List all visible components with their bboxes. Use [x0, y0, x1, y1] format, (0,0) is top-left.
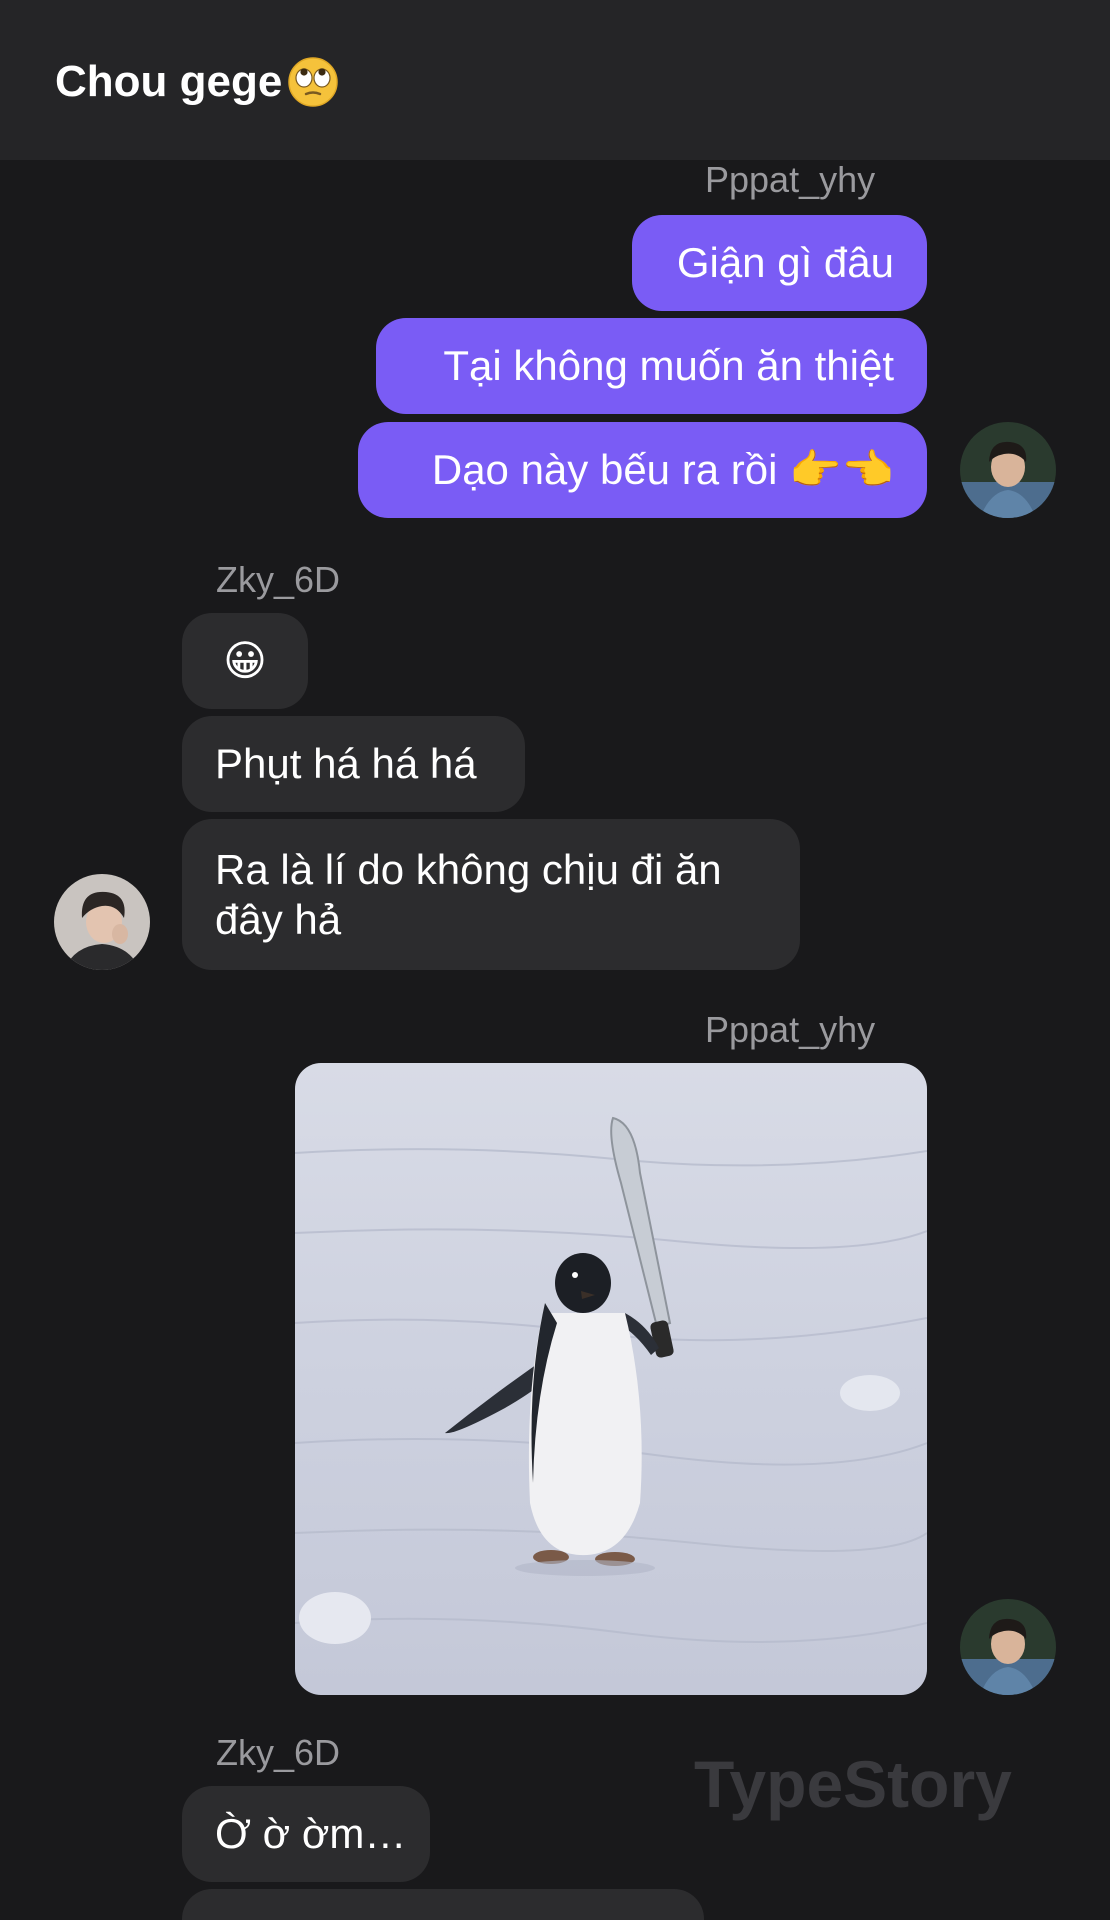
sender-name-pppat: Pppat_yhy [705, 1009, 876, 1050]
typestory-watermark: TypeStory [694, 1747, 1012, 1821]
avatar-pppat[interactable] [960, 422, 1056, 518]
message-text: Tại không muốn ăn thiệt [443, 342, 894, 389]
sender-name-zky: Zky_6D [216, 559, 341, 600]
chat-screen: Chou gege Pppat_yhy Giận gì đâu Tại khôn… [0, 0, 1110, 1920]
message-bubble-partial[interactable] [182, 1889, 704, 1920]
message-bubble[interactable]: Tại không muốn ăn thiệt [376, 318, 927, 414]
avatar-zky[interactable] [54, 874, 150, 970]
message-text: Giận gì đâu [676, 239, 894, 286]
message-bubble[interactable]: Ờ ờ ờm… [182, 1786, 430, 1882]
chat-header: Chou gege [0, 0, 1110, 160]
face-with-rolling-eyes-icon [288, 57, 339, 107]
sender-name-zky: Zky_6D [216, 1732, 341, 1773]
grinning-face-emoji: 😀 [223, 637, 267, 684]
message-text: Ra là lí do không chịu đi ăn đây hả [215, 845, 722, 943]
message-text: Phụt há há há [215, 740, 477, 787]
message-bubble[interactable]: Ra là lí do không chịu đi ăn đây hả [182, 819, 800, 970]
message-bubble[interactable]: 😀 [182, 613, 308, 709]
message-bubble[interactable]: Phụt há há há [182, 716, 525, 812]
chat-title-text: Chou gege [55, 57, 283, 106]
avatar-pppat[interactable] [960, 1599, 1056, 1695]
chat-title[interactable]: Chou gege [55, 52, 339, 112]
sender-name-pppat: Pppat_yhy [705, 159, 876, 200]
message-text: Dạo này bếu ra rồi [431, 446, 778, 493]
message-bubble[interactable]: Dạo này bếu ra rồi 👉👈 [358, 422, 927, 518]
pointing-fingers-emoji: 👉👈 [789, 446, 894, 493]
penguin-with-knife-photo[interactable] [295, 1063, 927, 1695]
message-bubble[interactable]: Giận gì đâu [632, 215, 927, 311]
message-text: Ờ ờ ờm… [215, 1810, 407, 1857]
